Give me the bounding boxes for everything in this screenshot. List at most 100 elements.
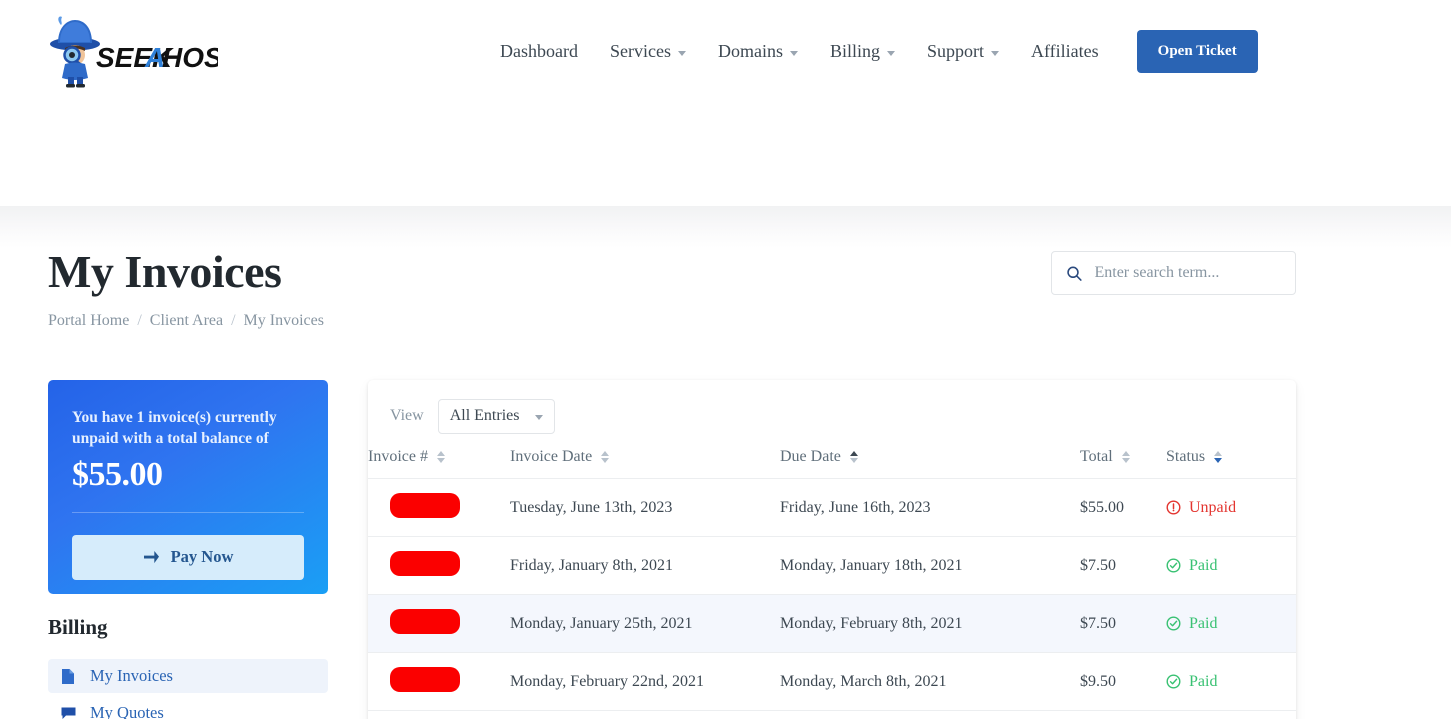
- seekahost-logo[interactable]: SEEK A HOST: [48, 14, 218, 88]
- redacted-invoice-number: [390, 493, 460, 518]
- status-badge: Paid: [1166, 673, 1296, 691]
- nav-item-dashboard[interactable]: Dashboard: [500, 41, 594, 62]
- column-label: Invoice #: [368, 448, 428, 466]
- table-row[interactable]: Friday, January 8th, 2021Monday, January…: [368, 537, 1296, 595]
- search-input[interactable]: [1094, 264, 1281, 282]
- view-entries-select[interactable]: All Entries: [438, 399, 556, 434]
- search-icon: [1066, 264, 1082, 283]
- cell-invoice-number[interactable]: [368, 711, 510, 719]
- column-header-invoice-date[interactable]: Invoice Date: [510, 438, 780, 479]
- pay-now-button[interactable]: Pay Now: [72, 535, 304, 580]
- balance-amount: $55.00: [72, 456, 304, 494]
- header-shadow: [0, 206, 1451, 248]
- nav-item-support[interactable]: Support: [911, 41, 1015, 62]
- nav-label: Support: [927, 41, 984, 62]
- page-body: My Invoices Portal Home / Client Area / …: [0, 103, 1451, 719]
- open-ticket-button[interactable]: Open Ticket: [1137, 30, 1258, 73]
- check-circle-icon: [1166, 674, 1181, 689]
- cell-invoice-number[interactable]: [368, 595, 510, 653]
- view-select-value: All Entries: [450, 407, 520, 425]
- breadcrumb-separator: /: [231, 312, 235, 330]
- status-label: Paid: [1189, 557, 1217, 575]
- cell-total: $7.50: [1080, 595, 1166, 653]
- nav-label: Affiliates: [1031, 41, 1099, 62]
- cell-status: Paid: [1166, 595, 1296, 653]
- nav-item-domains[interactable]: Domains: [702, 41, 814, 62]
- arrow-right-icon: [143, 550, 160, 565]
- page-title: My Invoices: [48, 249, 281, 295]
- check-circle-icon: [1166, 616, 1181, 631]
- table-row[interactable]: Wednesday, April 14th, 2021Thursday, Apr…: [368, 711, 1296, 719]
- chevron-down-icon: [790, 51, 798, 56]
- balance-message: You have 1 invoice(s) currently unpaid w…: [72, 408, 304, 450]
- cell-due-date: Thursday, April 8th, 2021: [780, 711, 1080, 719]
- sort-icon[interactable]: [601, 451, 609, 463]
- column-label: Total: [1080, 448, 1113, 466]
- redacted-invoice-number: [390, 551, 460, 576]
- cell-invoice-date: Monday, January 25th, 2021: [510, 595, 780, 653]
- status-label: Paid: [1189, 615, 1217, 633]
- sidebar-item-my-invoices[interactable]: My Invoices: [48, 659, 328, 693]
- column-header-total[interactable]: Total: [1080, 438, 1166, 479]
- cell-invoice-number[interactable]: [368, 653, 510, 711]
- nav-label: Domains: [718, 41, 783, 62]
- invoices-table-body: Tuesday, June 13th, 2023Friday, June 16t…: [368, 479, 1296, 719]
- divider: [72, 512, 304, 513]
- sidebar-heading: Billing: [48, 615, 108, 640]
- logo-svg: SEEK A HOST: [48, 14, 218, 88]
- redacted-invoice-number: [390, 667, 460, 692]
- chevron-down-icon: [991, 51, 999, 56]
- invoices-table-card: View All Entries Invoice #: [368, 380, 1296, 719]
- nav-item-services[interactable]: Services: [594, 41, 702, 62]
- unpaid-balance-card: You have 1 invoice(s) currently unpaid w…: [48, 380, 328, 594]
- cell-due-date: Friday, June 16th, 2023: [780, 479, 1080, 537]
- cell-invoice-number[interactable]: [368, 479, 510, 537]
- cell-status: Paid: [1166, 653, 1296, 711]
- chevron-down-icon: [887, 51, 895, 56]
- search-box[interactable]: [1051, 251, 1296, 295]
- nav-item-affiliates[interactable]: Affiliates: [1015, 41, 1115, 62]
- sidebar-item-label: My Invoices: [90, 666, 173, 686]
- column-label: Due Date: [780, 448, 841, 466]
- pay-now-label: Pay Now: [171, 547, 234, 567]
- sidebar-item-my-quotes[interactable]: My Quotes: [48, 696, 328, 719]
- column-header-invoice-number[interactable]: Invoice #: [368, 438, 510, 479]
- cell-total: $9.50: [1080, 653, 1166, 711]
- cell-invoice-date: Tuesday, June 13th, 2023: [510, 479, 780, 537]
- breadcrumb-portal-home[interactable]: Portal Home: [48, 312, 129, 330]
- exclamation-circle-icon: [1166, 500, 1181, 515]
- table-header-row: Invoice # Invoice Date Due Date: [368, 438, 1296, 479]
- column-header-status[interactable]: Status: [1166, 438, 1296, 479]
- nav-label: Billing: [830, 41, 880, 62]
- cell-total: $7.50: [1080, 537, 1166, 595]
- sort-icon[interactable]: [437, 451, 445, 463]
- table-row[interactable]: Tuesday, June 13th, 2023Friday, June 16t…: [368, 479, 1296, 537]
- site-header: SEEK A HOST Dashboard Services Domains B…: [0, 0, 1451, 103]
- cell-status: Paid: [1166, 711, 1296, 719]
- view-label: View: [390, 407, 424, 425]
- chevron-down-icon: [535, 415, 543, 420]
- table-row[interactable]: Monday, February 22nd, 2021Monday, March…: [368, 653, 1296, 711]
- sort-icon[interactable]: [1122, 451, 1130, 463]
- cell-invoice-date: Monday, February 22nd, 2021: [510, 653, 780, 711]
- cell-invoice-date: Friday, January 8th, 2021: [510, 537, 780, 595]
- column-header-due-date[interactable]: Due Date: [780, 438, 1080, 479]
- breadcrumb-my-invoices: My Invoices: [244, 312, 324, 330]
- sort-icon-active-asc[interactable]: [850, 451, 858, 463]
- nav-item-billing[interactable]: Billing: [814, 41, 911, 62]
- cell-due-date: Monday, March 8th, 2021: [780, 653, 1080, 711]
- status-label: Unpaid: [1189, 499, 1236, 517]
- table-row[interactable]: Monday, January 25th, 2021Monday, Februa…: [368, 595, 1296, 653]
- status-badge: Unpaid: [1166, 499, 1296, 517]
- cell-due-date: Monday, February 8th, 2021: [780, 595, 1080, 653]
- cell-invoice-number[interactable]: [368, 537, 510, 595]
- breadcrumb-client-area[interactable]: Client Area: [150, 312, 223, 330]
- cell-invoice-date: Wednesday, April 14th, 2021: [510, 711, 780, 719]
- breadcrumb-separator: /: [137, 312, 141, 330]
- cell-due-date: Monday, January 18th, 2021: [780, 537, 1080, 595]
- column-label: Invoice Date: [510, 448, 592, 466]
- sidebar-item-label: My Quotes: [90, 703, 164, 719]
- sort-icon-active-desc[interactable]: [1214, 451, 1222, 463]
- invoices-table: Invoice # Invoice Date Due Date: [368, 438, 1296, 719]
- cell-status: Paid: [1166, 537, 1296, 595]
